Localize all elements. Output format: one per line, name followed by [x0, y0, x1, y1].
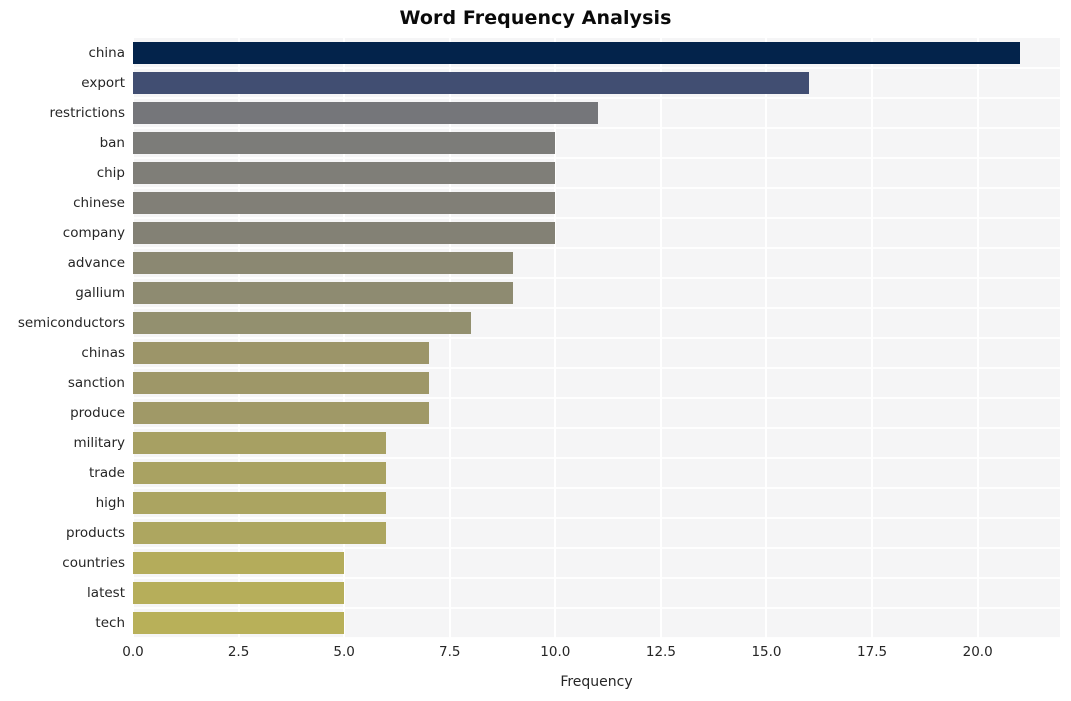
y-tick-label-export: export	[81, 75, 125, 91]
bar-row[interactable]	[133, 158, 1060, 188]
x-tick-label-0.0: 0.0	[122, 644, 144, 660]
bar-tech[interactable]	[133, 612, 345, 634]
y-tick-label-semiconductors: semiconductors	[17, 315, 125, 331]
x-axis-label: Frequency	[560, 674, 633, 690]
bar-restrictions[interactable]	[133, 102, 598, 124]
y-tick-label-ban: ban	[99, 135, 125, 151]
y-tick-label-company: company	[62, 225, 125, 241]
y-tick-label-trade: trade	[89, 465, 125, 481]
chart-title: Word Frequency Analysis	[399, 7, 672, 29]
y-tick-label-countries: countries	[62, 555, 125, 571]
bar-row[interactable]	[133, 98, 1060, 128]
y-tick-label-chip: chip	[96, 165, 125, 181]
x-tick-label-10.0: 10.0	[540, 644, 571, 660]
bar-row[interactable]	[133, 68, 1060, 98]
y-tick-label-sanction: sanction	[67, 375, 125, 391]
bar-chip[interactable]	[133, 162, 556, 184]
bar-row[interactable]	[133, 578, 1060, 608]
chart-figure: Word Frequency Analysis china export restr…	[0, 0, 1071, 701]
row-separator	[133, 637, 1060, 638]
bar-china[interactable]	[133, 42, 1020, 64]
bar-row[interactable]	[133, 188, 1060, 218]
bar-military[interactable]	[133, 432, 387, 454]
bar-sanction[interactable]	[133, 372, 429, 394]
y-tick-label-advance: advance	[67, 255, 125, 271]
x-tick-label-20.0: 20.0	[962, 644, 993, 660]
bar-countries[interactable]	[133, 552, 345, 574]
bar-row[interactable]	[133, 308, 1060, 338]
bar-row[interactable]	[133, 38, 1060, 68]
bar-row[interactable]	[133, 368, 1060, 398]
y-tick-label-high: high	[95, 495, 125, 511]
bar-advance[interactable]	[133, 252, 514, 274]
bar-row[interactable]	[133, 398, 1060, 428]
y-tick-label-military: military	[73, 435, 125, 451]
bar-gallium[interactable]	[133, 282, 514, 304]
bar-chinas[interactable]	[133, 342, 429, 364]
y-tick-label-chinas: chinas	[81, 345, 125, 361]
y-tick-label-latest: latest	[87, 585, 125, 601]
bar-row[interactable]	[133, 608, 1060, 638]
plot-area	[133, 38, 1060, 638]
bar-row[interactable]	[133, 278, 1060, 308]
bar-high[interactable]	[133, 492, 387, 514]
bar-products[interactable]	[133, 522, 387, 544]
bar-ban[interactable]	[133, 132, 556, 154]
bar-chinese[interactable]	[133, 192, 556, 214]
bar-export[interactable]	[133, 72, 809, 94]
y-axis-tick-labels: china export restrictions ban chip chinese com…	[0, 38, 125, 638]
x-axis-tick-labels: 0.0 2.5 5.0 7.5 10.0 12.5 15.0 17.5 20.0	[122, 644, 1060, 666]
x-tick-label-17.5: 17.5	[857, 644, 888, 660]
y-tick-label-gallium: gallium	[75, 285, 125, 301]
bar-produce[interactable]	[133, 402, 429, 424]
bar-row[interactable]	[133, 428, 1060, 458]
y-tick-label-products: products	[66, 525, 125, 541]
bar-semiconductors[interactable]	[133, 312, 471, 334]
bar-company[interactable]	[133, 222, 556, 244]
bar-row[interactable]	[133, 518, 1060, 548]
bar-row[interactable]	[133, 548, 1060, 578]
bar-row[interactable]	[133, 218, 1060, 248]
bar-row[interactable]	[133, 248, 1060, 278]
bar-row[interactable]	[133, 488, 1060, 518]
y-tick-label-chinese: chinese	[73, 195, 125, 211]
x-tick-label-2.5: 2.5	[227, 644, 250, 660]
bar-trade[interactable]	[133, 462, 387, 484]
y-tick-label-produce: produce	[70, 405, 125, 421]
x-tick-label-15.0: 15.0	[751, 644, 782, 660]
x-tick-label-12.5: 12.5	[645, 644, 676, 660]
y-tick-label-china: china	[88, 45, 125, 61]
bar-row[interactable]	[133, 128, 1060, 158]
bar-row[interactable]	[133, 458, 1060, 488]
bar-latest[interactable]	[133, 582, 345, 604]
x-tick-label-7.5: 7.5	[438, 644, 461, 660]
y-tick-label-tech: tech	[95, 615, 125, 631]
bar-row[interactable]	[133, 338, 1060, 368]
x-tick-label-5.0: 5.0	[333, 644, 355, 660]
y-tick-label-restrictions: restrictions	[49, 105, 125, 121]
